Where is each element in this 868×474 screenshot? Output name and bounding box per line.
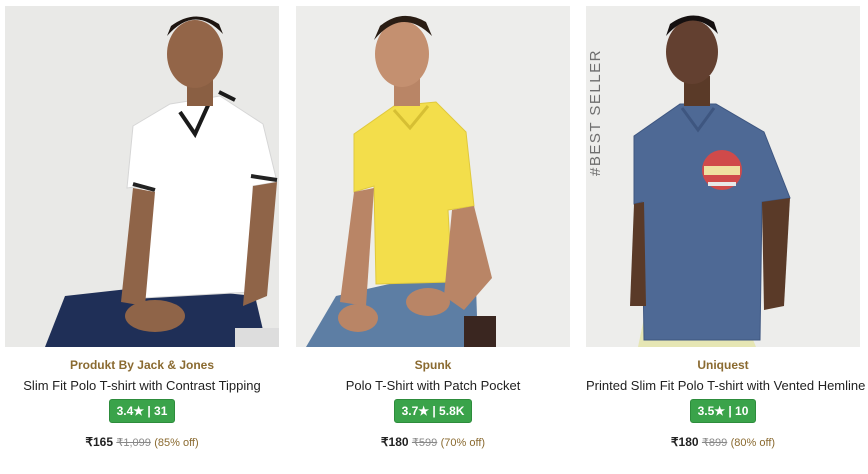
selling-price: ₹180 (670, 435, 699, 449)
selling-price: ₹165 (85, 435, 113, 449)
rating-badge: 3.4★ | 31 (108, 399, 176, 423)
rating-badge: 3.5★ | 10 (689, 399, 757, 423)
discount-percent: (80% off) (730, 437, 776, 449)
price-row: ₹180 ₹599 (70% off) (296, 435, 570, 449)
product-brand[interactable]: Uniquest (586, 358, 860, 372)
product-image[interactable] (296, 6, 570, 347)
discount-percent: (85% off) (154, 437, 199, 449)
product-brand[interactable]: Produkt By Jack & Jones (5, 358, 279, 372)
product-image[interactable] (5, 6, 279, 347)
original-price: ₹899 (701, 437, 728, 449)
product-title[interactable]: Slim Fit Polo T-shirt with Contrast Tipp… (5, 378, 279, 393)
discount-percent: (70% off) (440, 437, 486, 449)
rating-badge: 3.7★ | 5.8K (393, 399, 473, 423)
product-brand[interactable]: Spunk (296, 358, 570, 372)
product-card[interactable]: #BEST SELLER Uniquest Printed Slim Fit P… (586, 6, 865, 468)
original-price: ₹1,099 (116, 437, 151, 449)
price-row: ₹165 ₹1,099 (85% off) (5, 435, 279, 449)
product-title[interactable]: Printed Slim Fit Polo T-shirt with Vente… (586, 378, 865, 393)
price-row: ₹180 ₹899 (80% off) (586, 435, 860, 449)
product-grid: Produkt By Jack & Jones Slim Fit Polo T-… (0, 0, 868, 474)
selling-price: ₹180 (380, 435, 409, 449)
product-card[interactable]: Spunk Polo T-Shirt with Patch Pocket 3.7… (296, 6, 570, 468)
product-title[interactable]: Polo T-Shirt with Patch Pocket (296, 378, 570, 393)
original-price: ₹599 (411, 437, 438, 449)
best-seller-badge: #BEST SELLER (587, 49, 604, 176)
product-card[interactable]: Produkt By Jack & Jones Slim Fit Polo T-… (5, 6, 279, 468)
product-image[interactable]: #BEST SELLER (586, 6, 860, 347)
